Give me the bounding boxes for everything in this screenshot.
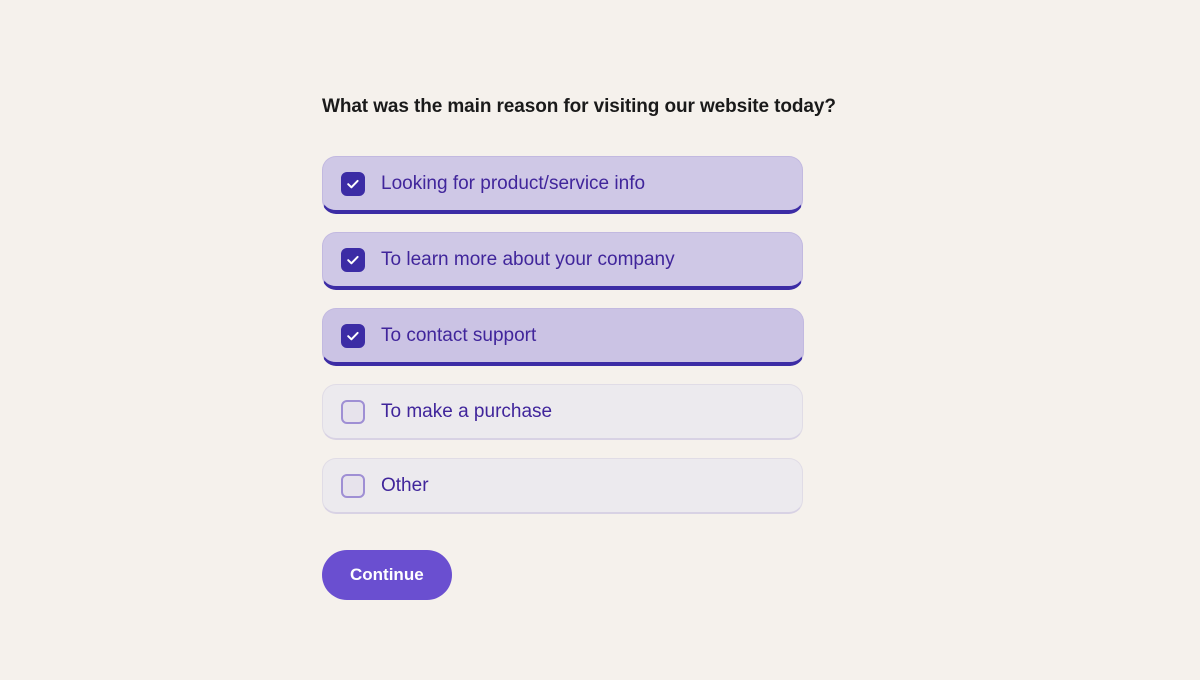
- option-label-0: Looking for product/service info: [381, 173, 646, 194]
- option-label-3: To make a purchase: [381, 401, 553, 422]
- options-list: Looking for product/service info To lear…: [322, 156, 804, 514]
- option-label-4: Other: [381, 475, 429, 496]
- survey-form: What was the main reason for visiting ou…: [322, 96, 836, 600]
- page-title: What was the main reason for visiting ou…: [322, 96, 836, 117]
- check-icon[interactable]: [341, 323, 365, 348]
- check-icon[interactable]: [341, 171, 365, 196]
- option-label-2: To contact support: [381, 325, 537, 346]
- continue-button[interactable]: Continue: [322, 550, 452, 600]
- option-row-2[interactable]: To contact support: [322, 308, 804, 366]
- option-row-3[interactable]: To make a purchase: [322, 384, 803, 440]
- option-row-1[interactable]: To learn more about your company: [322, 232, 803, 290]
- option-row-0[interactable]: Looking for product/service info: [322, 156, 803, 214]
- option-label-1: To learn more about your company: [381, 249, 675, 270]
- option-row-4[interactable]: Other: [322, 458, 803, 514]
- checkbox-empty-icon[interactable]: [341, 399, 365, 424]
- check-icon[interactable]: [341, 247, 365, 272]
- checkbox-empty-icon[interactable]: [341, 473, 365, 498]
